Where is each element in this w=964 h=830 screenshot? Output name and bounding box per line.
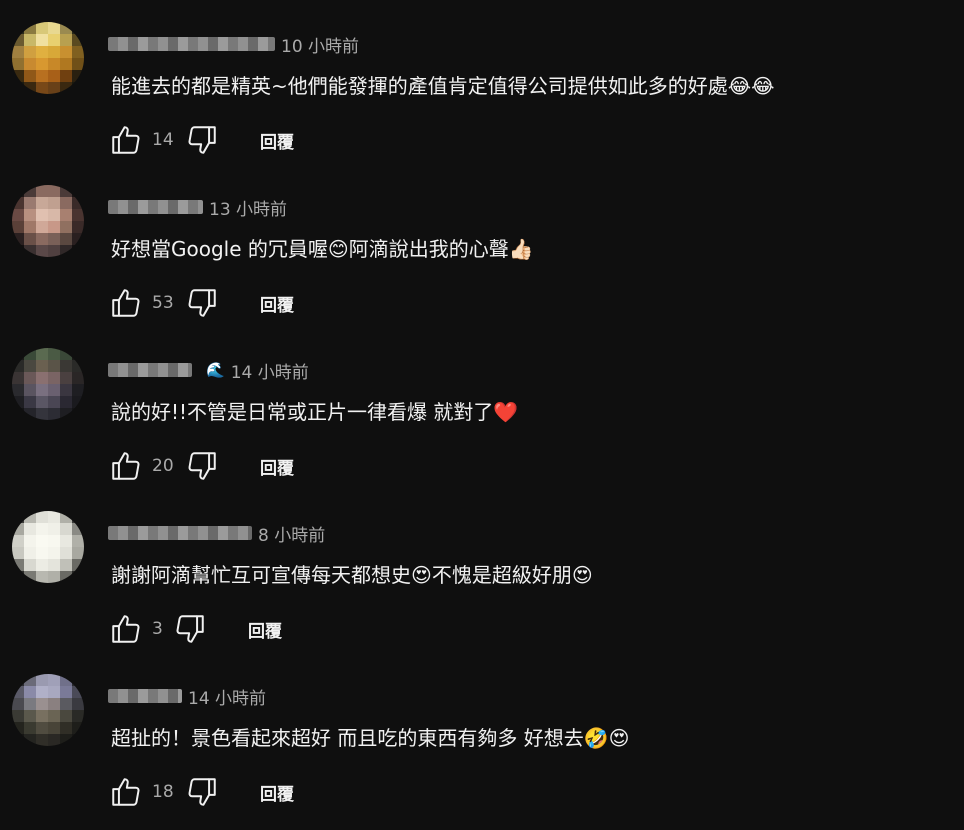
member-badge-icon: 🌊 xyxy=(206,360,225,379)
author-name-redacted[interactable] xyxy=(108,200,203,214)
comment-meta: 13 小時前 xyxy=(108,195,287,220)
comment-timestamp[interactable]: 13 小時前 xyxy=(209,195,287,220)
like-count: 53 xyxy=(152,293,174,313)
thumbs-up-icon xyxy=(112,452,140,480)
thumbs-up-icon xyxy=(112,778,140,806)
reply-button[interactable]: 回覆 xyxy=(260,128,294,153)
reply-button[interactable]: 回覆 xyxy=(260,454,294,479)
thumbs-up-icon xyxy=(112,126,140,154)
comment-text: 超扯的！景色看起來超好 而且吃的東西有夠多 好想去🤣😍 xyxy=(111,726,630,750)
comment-actions: 53 回覆 xyxy=(108,285,294,321)
dislike-button[interactable] xyxy=(184,122,220,158)
avatar[interactable] xyxy=(12,22,84,94)
author-name-redacted[interactable] xyxy=(108,37,275,51)
author-name-redacted[interactable] xyxy=(108,526,252,540)
comment-timestamp[interactable]: 14 小時前 xyxy=(188,684,266,709)
avatar[interactable] xyxy=(12,185,84,257)
dislike-button[interactable] xyxy=(184,285,220,321)
like-button[interactable] xyxy=(108,774,144,810)
comment-timestamp[interactable]: 10 小時前 xyxy=(281,32,359,57)
like-button[interactable] xyxy=(108,122,144,158)
avatar[interactable] xyxy=(12,348,84,420)
like-count: 3 xyxy=(152,619,163,639)
comment-thread: 10 小時前 能進去的都是精英~他們能發揮的產值肯定值得公司提供如此多的好處😂😂… xyxy=(0,0,964,830)
comment-text: 說的好!!不管是日常或正片一律看爆 就對了❤️ xyxy=(111,400,519,424)
like-button[interactable] xyxy=(108,611,144,647)
comment-item: 8 小時前 謝謝阿滴幫忙互可宣傳每天都想史😍不愧是超級好朋😍 3 回覆 xyxy=(0,489,964,652)
comment-timestamp[interactable]: 14 小時前 xyxy=(231,358,309,383)
like-count: 14 xyxy=(152,130,174,150)
dislike-button[interactable] xyxy=(184,774,220,810)
like-button[interactable] xyxy=(108,448,144,484)
thumbs-up-icon xyxy=(112,615,140,643)
thumbs-down-icon xyxy=(188,126,216,154)
reply-button[interactable]: 回覆 xyxy=(260,780,294,805)
comment-actions: 18 回覆 xyxy=(108,774,294,810)
comment-text: 好想當Google 的冗員喔😊阿滴說出我的心聲👍🏻 xyxy=(111,237,534,261)
comment-item: 10 小時前 能進去的都是精英~他們能發揮的產值肯定值得公司提供如此多的好處😂😂… xyxy=(0,0,964,163)
comment-text: 能進去的都是精英~他們能發揮的產值肯定值得公司提供如此多的好處😂😂 xyxy=(111,74,775,98)
comment-meta: 14 小時前 xyxy=(108,684,266,709)
like-count: 20 xyxy=(152,456,174,476)
thumbs-down-icon xyxy=(188,289,216,317)
comment-meta: 🌊 14 小時前 xyxy=(108,358,309,383)
comment-actions: 14 回覆 xyxy=(108,122,294,158)
thumbs-down-icon xyxy=(188,452,216,480)
avatar[interactable] xyxy=(12,511,84,583)
comment-item: 14 小時前 超扯的！景色看起來超好 而且吃的東西有夠多 好想去🤣😍 18 回覆 xyxy=(0,652,964,815)
comment-meta: 10 小時前 xyxy=(108,32,359,57)
thumbs-down-icon xyxy=(176,615,204,643)
comment-item: 13 小時前 好想當Google 的冗員喔😊阿滴說出我的心聲👍🏻 53 回覆 xyxy=(0,163,964,326)
dislike-button[interactable] xyxy=(184,448,220,484)
dislike-button[interactable] xyxy=(172,611,208,647)
author-name-redacted[interactable] xyxy=(108,689,182,703)
thumbs-down-icon xyxy=(188,778,216,806)
like-button[interactable] xyxy=(108,285,144,321)
comment-actions: 20 回覆 xyxy=(108,448,294,484)
comment-timestamp[interactable]: 8 小時前 xyxy=(258,521,325,546)
comment-meta: 8 小時前 xyxy=(108,521,325,546)
like-count: 18 xyxy=(152,782,174,802)
comment-text: 謝謝阿滴幫忙互可宣傳每天都想史😍不愧是超級好朋😍 xyxy=(111,563,593,587)
reply-button[interactable]: 回覆 xyxy=(260,291,294,316)
reply-button[interactable]: 回覆 xyxy=(248,617,282,642)
comment-actions: 3 回覆 xyxy=(108,611,282,647)
author-name-redacted[interactable] xyxy=(108,363,192,377)
thumbs-up-icon xyxy=(112,289,140,317)
avatar[interactable] xyxy=(12,674,84,746)
comment-item: 🌊 14 小時前 說的好!!不管是日常或正片一律看爆 就對了❤️ 20 回覆 xyxy=(0,326,964,489)
